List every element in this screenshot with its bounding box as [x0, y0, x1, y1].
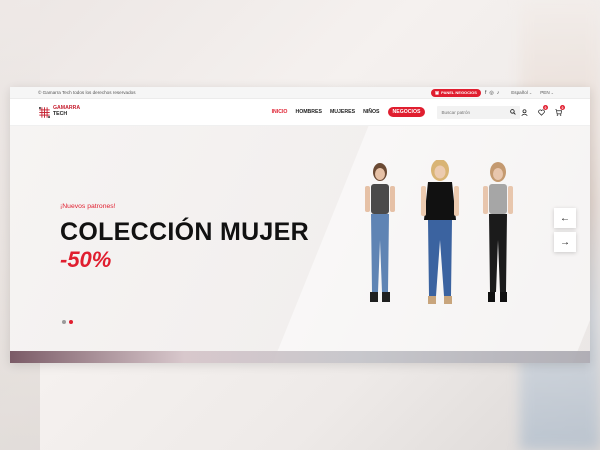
header-icons: 0 0 [520, 105, 565, 116]
language-select[interactable]: Español ⌄ [511, 90, 532, 95]
website-frame: © Gamarra Tech todos los derechos reserv… [10, 87, 590, 363]
copyright-text: © Gamarra Tech todos los derechos reserv… [38, 90, 136, 95]
search-icon[interactable] [510, 109, 516, 115]
hero-discount: -50% [60, 247, 112, 272]
panel-negocios-label: PANEL NEGOCIOS [441, 90, 477, 95]
model-figure-center [421, 160, 459, 304]
prev-slide-button[interactable]: ← [554, 208, 576, 228]
model-figure-right [483, 162, 513, 302]
main-menu: INICIO HOMBRES MUJERES NIÑOS NEGOCIOS [272, 107, 426, 117]
search-box [437, 105, 520, 119]
hero-headline: COLECCIÓN MUJER [60, 218, 309, 246]
hero-tagline: ¡Nuevos patrones! [60, 203, 116, 210]
search-input[interactable] [441, 109, 510, 115]
nav-item-hombres[interactable]: HOMBRES [295, 109, 322, 115]
wishlist-count-badge: 0 [543, 105, 548, 110]
hero-slider: ¡Nuevos patrones! COLECCIÓN MUJER -50% ←… [10, 126, 590, 363]
nav-item-inicio[interactable]: INICIO [272, 109, 288, 115]
brand-logo[interactable]: GAMARRA TECH [38, 106, 202, 119]
slider-dot-1[interactable] [62, 320, 66, 324]
currency-select[interactable]: PEN ⌄ [540, 90, 554, 95]
store-icon [435, 90, 440, 95]
chevron-down-icon: ⌄ [550, 90, 554, 95]
brand-name-line2: TECH [53, 111, 68, 117]
slider-dots [62, 320, 73, 324]
social-links: f ◎ ♪ [485, 90, 499, 96]
top-bar: © Gamarra Tech todos los derechos reserv… [10, 87, 590, 99]
cart-button[interactable]: 0 [554, 105, 565, 116]
user-icon[interactable] [520, 108, 528, 116]
currency-value: PEN [540, 90, 550, 95]
arrow-right-icon: → [560, 236, 570, 248]
nav-item-mujeres[interactable]: MUJERES [330, 109, 355, 115]
main-navbar: GAMARRA TECH INICIO HOMBRES MUJERES NIÑO… [10, 99, 590, 126]
bottom-section-strip [10, 351, 590, 363]
arrow-left-icon: ← [560, 212, 570, 224]
instagram-icon[interactable]: ◎ [489, 90, 493, 96]
chevron-down-icon: ⌄ [528, 90, 533, 95]
model-figure-left [365, 163, 395, 302]
tiktok-icon[interactable]: ♪ [497, 90, 500, 96]
negocios-button[interactable]: NEGOCIOS [387, 107, 426, 117]
language-value: Español [511, 90, 528, 95]
nav-item-ninos[interactable]: NIÑOS [363, 109, 379, 115]
slider-dot-2[interactable] [69, 320, 73, 324]
next-slide-button[interactable]: → [554, 232, 576, 252]
cart-count-badge: 0 [560, 105, 565, 110]
hero-models-image [365, 160, 513, 304]
wishlist-button[interactable]: 0 [537, 105, 548, 116]
logo-mark-icon [38, 106, 51, 118]
facebook-icon[interactable]: f [485, 90, 486, 96]
panel-negocios-button[interactable]: PANEL NEGOCIOS [431, 88, 481, 97]
